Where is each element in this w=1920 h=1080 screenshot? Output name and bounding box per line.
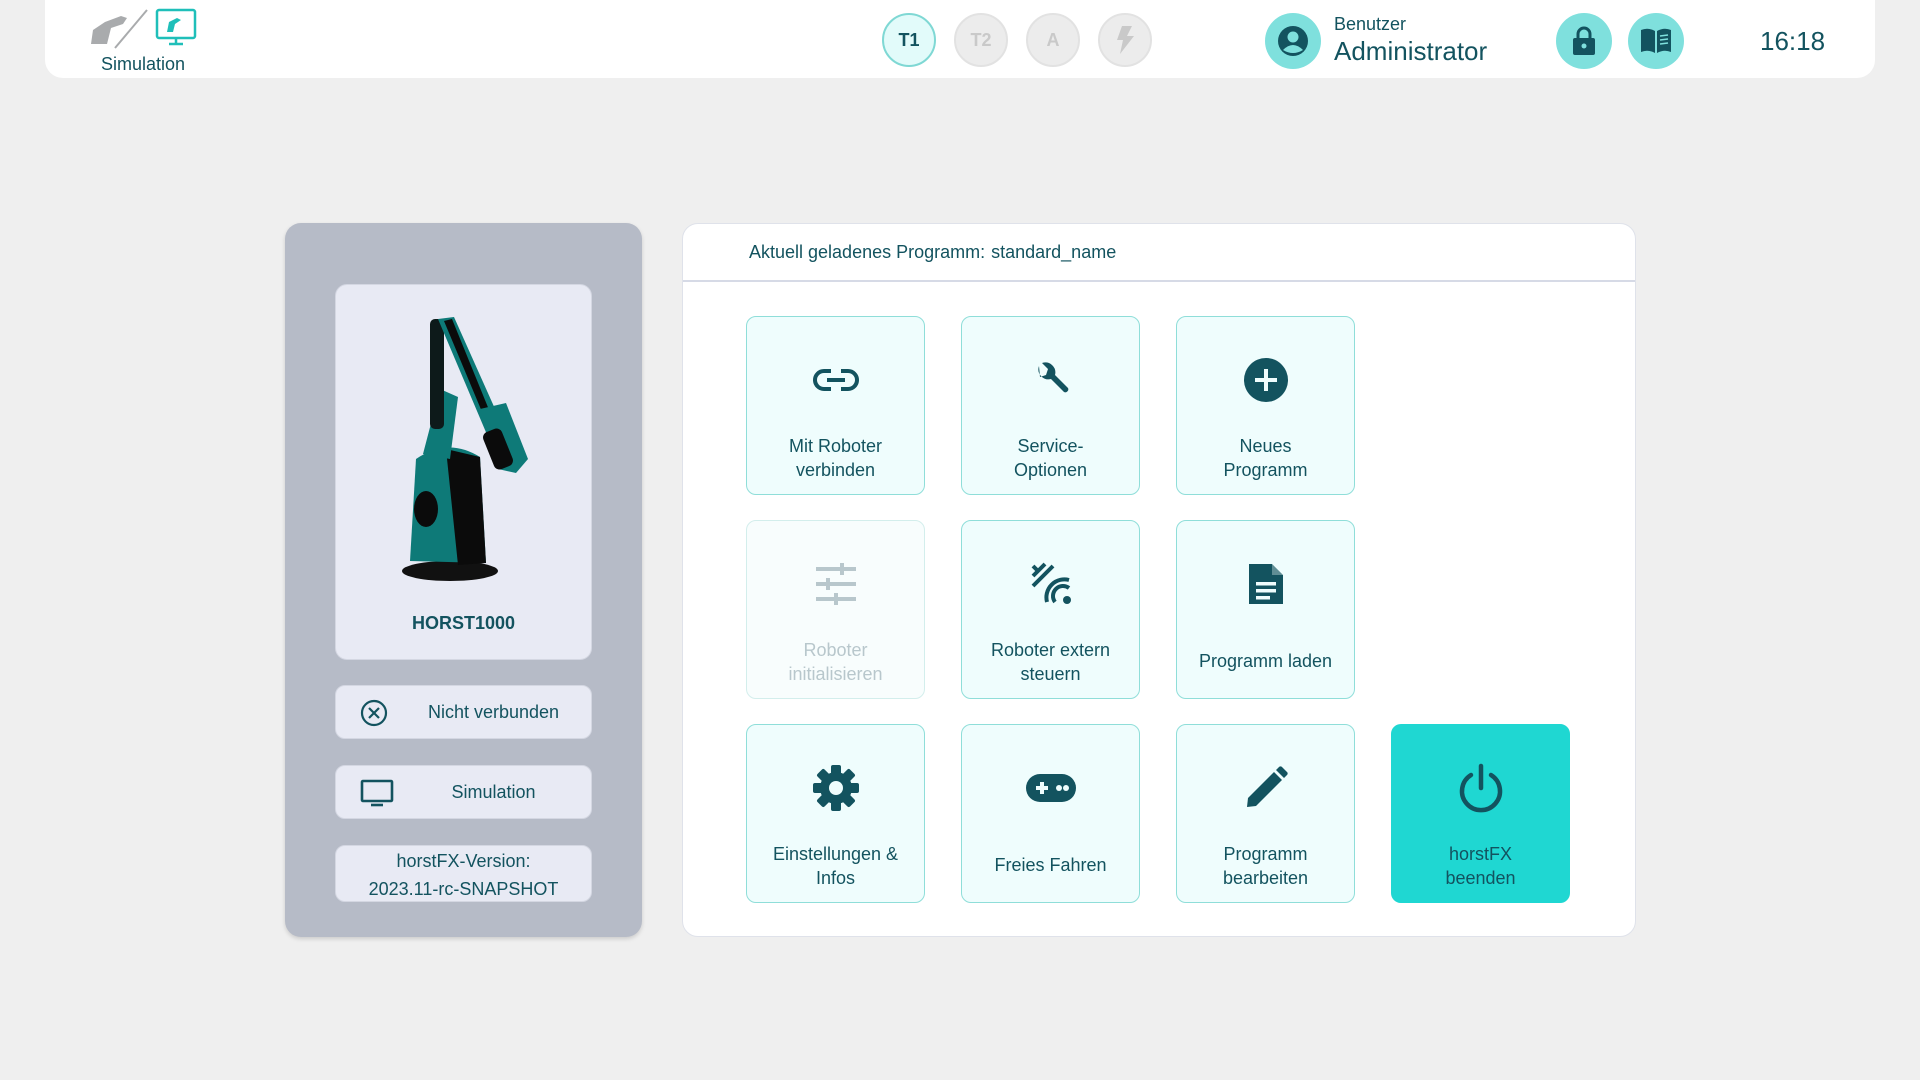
mode-a-button[interactable]: A [1026, 13, 1080, 67]
tile-external-control[interactable]: Roboter extern steuern [961, 520, 1140, 699]
version-label: horstFX-Version: [396, 851, 531, 871]
tile-label-line1: Service- [1017, 436, 1084, 456]
loaded-program-header: Aktuell geladenes Programm: standard_name [683, 224, 1635, 282]
connection-status[interactable]: Nicht verbunden [335, 685, 592, 739]
book-icon [1641, 28, 1671, 53]
pencil-icon [1246, 766, 1288, 807]
tile-edit-program[interactable]: Programm bearbeiten [1176, 724, 1355, 903]
tile-label-line2: Programm [1223, 460, 1308, 480]
account-circle-icon [1278, 26, 1308, 56]
simulation-button-label: Simulation [451, 782, 536, 802]
user-name: Administrator [1334, 36, 1488, 66]
mode-indicator[interactable]: Simulation [87, 4, 217, 74]
lightning-icon [1117, 26, 1134, 54]
tile-label-line2: Optionen [1013, 460, 1088, 480]
tile-service-options[interactable]: Service- Optionen [961, 316, 1140, 495]
robot-card: HORST1000 [335, 284, 592, 660]
tile-label-line2: bearbeiten [1222, 868, 1309, 888]
tile-exit-horstfx[interactable]: horstFX beenden [1391, 724, 1570, 903]
robot-status-panel: HORST1000 Nicht verbunden Simulation hor… [285, 223, 642, 937]
loaded-program: Aktuell geladenes Programm: standard_name [749, 242, 1122, 263]
tile-label-line1: Roboter extern [990, 640, 1111, 660]
main-panel: Aktuell geladenes Programm: standard_name… [682, 223, 1636, 937]
connection-status-label: Nicht verbunden [427, 702, 560, 722]
loaded-program-name: standard_name [991, 242, 1117, 262]
mode-lightning-button[interactable] [1098, 13, 1152, 67]
tile-new-program[interactable]: Neues Programm [1176, 316, 1355, 495]
tile-settings-info[interactable]: Einstellungen & Infos [746, 724, 925, 903]
tile-label-line1: Programm laden [1198, 651, 1333, 671]
tile-free-drive[interactable]: Freies Fahren [961, 724, 1140, 903]
monitor-robot-icon [155, 8, 197, 46]
tile-label-line2: beenden [1445, 868, 1516, 888]
plus-circle-icon [1243, 358, 1288, 402]
tile-load-program[interactable]: Programm laden [1176, 520, 1355, 699]
gamepad-icon [1025, 774, 1076, 802]
clock: 16:18 [1760, 26, 1826, 56]
tile-connect-robot[interactable]: Mit Roboter verbinden [746, 316, 925, 495]
tile-label-line2: Infos [815, 868, 856, 888]
mode-label: Simulation [101, 54, 186, 74]
wrench-icon [1037, 362, 1068, 393]
tile-label-line1: Einstellungen & [772, 844, 899, 864]
loaded-program-label: Aktuell geladenes Programm: [749, 242, 986, 262]
tile-label-line1: Programm [1223, 844, 1308, 864]
document-icon [1248, 564, 1283, 604]
robot-name: HORST1000 [411, 613, 516, 633]
tile-label-line2: initialisieren [788, 664, 883, 684]
tile-initialize-robot[interactable]: Roboter initialisieren [746, 520, 925, 699]
tile-label-line1: Neues [1239, 436, 1292, 456]
link-icon [812, 369, 859, 391]
robot-image [402, 317, 528, 581]
tile-label-line1: Freies Fahren [994, 855, 1107, 875]
tile-label-line1: Mit Roboter [788, 436, 883, 456]
mode-t1-button[interactable]: T1 [882, 13, 936, 67]
lock-button[interactable] [1556, 13, 1612, 69]
version-info: horstFX-Version: 2023.11-rc-SNAPSHOT [335, 845, 592, 902]
monitor-icon [360, 779, 394, 807]
tile-label-line2: steuern [1020, 664, 1081, 684]
gear-icon [812, 765, 859, 811]
sliders-icon [815, 563, 856, 605]
close-circle-icon [360, 699, 388, 727]
user-caption: Benutzer [1334, 14, 1407, 34]
simulation-button[interactable]: Simulation [335, 765, 592, 819]
tile-label-line2: verbinden [795, 460, 876, 480]
mode-t2-button[interactable]: T2 [954, 13, 1008, 67]
tile-label-line1: Roboter [803, 640, 868, 660]
remote-signal-icon [1031, 562, 1071, 604]
user-button[interactable] [1265, 13, 1321, 69]
version-value: 2023.11-rc-SNAPSHOT [368, 879, 559, 899]
manual-button[interactable] [1628, 13, 1684, 69]
tile-label-line1: horstFX [1448, 844, 1513, 864]
lock-icon [1573, 26, 1595, 55]
top-bar: Simulation T1 T2 A Benutzer Administrato… [45, 0, 1875, 78]
power-icon [1459, 763, 1502, 813]
